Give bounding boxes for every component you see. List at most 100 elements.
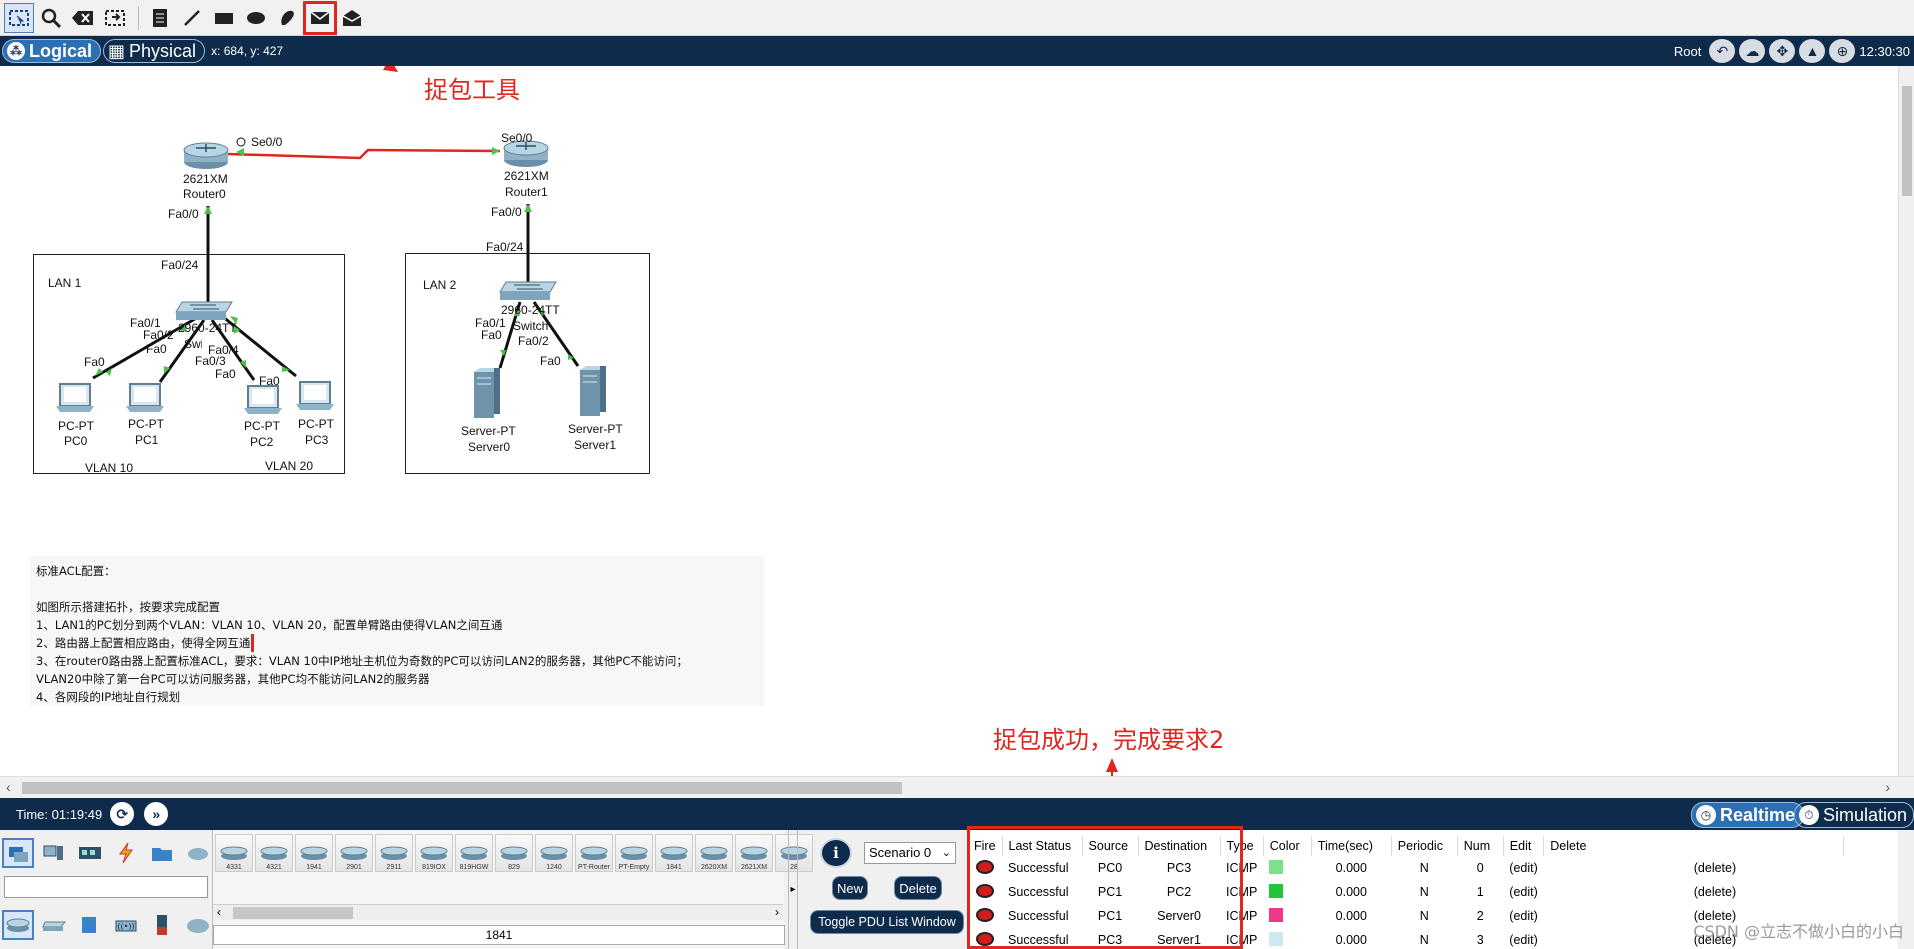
pdu-delete-link[interactable]: (delete) xyxy=(1544,880,1844,904)
add-complex-pdu-icon[interactable] xyxy=(337,3,367,33)
pdu-edit-link[interactable]: (edit) xyxy=(1503,928,1543,949)
device-model-3[interactable]: 2901 xyxy=(335,834,373,872)
pdu-header-timesec[interactable]: Time(sec) xyxy=(1311,836,1392,856)
pdu-delete-link[interactable]: (delete) xyxy=(1544,856,1844,880)
note-icon[interactable] xyxy=(145,3,175,33)
ellipse-icon[interactable] xyxy=(241,3,271,33)
routers-icon[interactable] xyxy=(2,910,34,940)
security-icon[interactable] xyxy=(146,910,178,940)
realtime-button[interactable]: ◷ Realtime xyxy=(1690,802,1804,828)
delete-scenario-button[interactable]: Delete xyxy=(894,876,942,900)
device-model-8[interactable]: 1240 xyxy=(535,834,573,872)
fire-icon[interactable] xyxy=(976,907,995,922)
device-scroll-left-icon[interactable]: ‹ xyxy=(217,905,221,919)
router-model-icon xyxy=(540,846,568,860)
device-model-5[interactable]: 819IOX xyxy=(415,834,453,872)
delete-icon[interactable] xyxy=(68,3,98,33)
background-image-icon[interactable]: ▲ xyxy=(1799,39,1826,63)
pdu-header-laststatus[interactable]: Last Status xyxy=(1002,836,1083,856)
device-model-4[interactable]: 2911 xyxy=(375,834,413,872)
device-model-7[interactable]: 829 xyxy=(495,834,533,872)
device-model-11[interactable]: 1841 xyxy=(655,834,693,872)
info-icon[interactable]: i xyxy=(820,838,852,868)
pdu-type: ICMP xyxy=(1226,885,1258,899)
vertical-scroll-thumb[interactable] xyxy=(1902,86,1912,196)
router0-icon[interactable] xyxy=(183,142,229,169)
switches-icon[interactable] xyxy=(38,910,70,940)
new-scenario-button[interactable]: New xyxy=(832,876,868,900)
move-icon[interactable]: ✥ xyxy=(1769,39,1796,63)
fire-icon[interactable] xyxy=(976,931,995,946)
pdu-header-periodic[interactable]: Periodic xyxy=(1391,836,1458,856)
switch0-model: 2960-24TT xyxy=(178,321,237,335)
device-search-input[interactable] xyxy=(4,876,208,898)
power-cycle-icon[interactable]: ⟳ xyxy=(108,800,137,828)
pdu-header-num[interactable]: Num xyxy=(1457,836,1504,856)
hubs-icon[interactable] xyxy=(74,910,106,940)
device-model-12[interactable]: 2620XM xyxy=(695,834,733,872)
pdu-header-color[interactable]: Color xyxy=(1263,836,1312,856)
zoom-icon[interactable] xyxy=(36,3,66,33)
canvas-vertical-scrollbar[interactable] xyxy=(1898,66,1914,776)
device-model-label: 2911 xyxy=(386,864,402,871)
workspace-bar: ⁂ Logical ▦ Physical x: 684, y: 427 Root… xyxy=(0,36,1914,66)
router0-name: Router0 xyxy=(183,187,226,201)
end-devices-icon[interactable] xyxy=(38,838,70,868)
horizontal-scroll-thumb[interactable] xyxy=(22,782,902,794)
serial-link[interactable] xyxy=(227,148,501,160)
simulation-button[interactable]: ⏱ Simulation xyxy=(1793,802,1914,828)
device-model-10[interactable]: PT-Empty xyxy=(615,834,653,872)
instruction-note[interactable]: 标准ACL配置： 如图所示搭建拓扑，按要求完成配置 1、LAN1的PC划分到两个… xyxy=(30,556,764,706)
canvas-horizontal-scrollbar[interactable]: ‹ › xyxy=(0,776,1914,798)
resize-icon[interactable] xyxy=(100,3,130,33)
network-devices-icon[interactable] xyxy=(2,838,34,868)
components-icon[interactable] xyxy=(74,838,106,868)
bottom-panel: ((•)) 4331 4321 1941 2901 2911 819IOX 819HGW 82… xyxy=(0,830,1914,949)
device-model-0[interactable]: 4331 xyxy=(215,834,253,872)
pdu-header-edit[interactable]: Edit xyxy=(1503,836,1545,856)
device-strip-scrollbar[interactable]: ‹ › xyxy=(213,904,783,920)
device-model-label: PT-Router xyxy=(578,864,610,871)
back-icon[interactable]: ↶ xyxy=(1709,39,1736,63)
device-model-13[interactable]: 2621XM xyxy=(735,834,773,872)
device-model-6[interactable]: 819HGW xyxy=(455,834,493,872)
add-simple-pdu-icon[interactable] xyxy=(303,0,337,35)
device-model-1[interactable]: 4321 xyxy=(255,834,293,872)
fire-icon[interactable] xyxy=(976,883,995,898)
viewport-icon[interactable]: ⊕ xyxy=(1829,39,1856,63)
physical-workspace-button[interactable]: ▦ Physical xyxy=(103,39,206,63)
cluster-icon[interactable]: ☁ xyxy=(1739,39,1766,63)
device-model-9[interactable]: PT-Router xyxy=(575,834,613,872)
pdu-header-delete[interactable]: Delete xyxy=(1543,836,1845,856)
miscellaneous-icon[interactable] xyxy=(146,838,178,868)
logical-workspace-button[interactable]: ⁂ Logical xyxy=(2,39,102,63)
pdu-header-source[interactable]: Source xyxy=(1082,836,1139,856)
pdu-header-fire[interactable]: Fire xyxy=(968,836,1003,856)
multiuser-icon[interactable] xyxy=(182,838,214,868)
toggle-pdu-list-button[interactable]: Toggle PDU List Window xyxy=(810,910,964,934)
logical-canvas[interactable]: 捉包工具 捉包成功，完成要求2 Se0/0 2621XM Router0 Fa0… xyxy=(0,66,1898,776)
pdu-header-destination[interactable]: Destination xyxy=(1138,836,1221,856)
fast-forward-icon[interactable]: » xyxy=(142,800,171,828)
toolbar-divider xyxy=(138,5,139,30)
scroll-left-icon[interactable]: ‹ xyxy=(6,779,11,795)
select-icon[interactable] xyxy=(4,2,34,33)
freeform-icon[interactable] xyxy=(273,3,303,33)
device-model-2[interactable]: 1941 xyxy=(295,834,333,872)
wireless-icon[interactable]: ((•)) xyxy=(110,910,142,940)
rectangle-icon[interactable] xyxy=(209,3,239,33)
device-scroll-thumb[interactable] xyxy=(233,907,353,919)
device-scroll-right-icon[interactable]: › xyxy=(775,905,779,919)
wan-emulation-icon[interactable] xyxy=(182,910,214,940)
scenario-select[interactable]: Scenario 0 ⌄ xyxy=(864,842,956,864)
pdu-edit-link[interactable]: (edit) xyxy=(1503,856,1543,880)
device-model-label: 829 xyxy=(508,864,520,871)
pdu-edit-link[interactable]: (edit) xyxy=(1503,880,1543,904)
connections-icon[interactable] xyxy=(110,838,142,868)
panel-splitter[interactable]: ▸ xyxy=(788,830,798,949)
pdu-edit-link[interactable]: (edit) xyxy=(1503,904,1543,928)
line-icon[interactable] xyxy=(177,3,207,33)
fire-icon[interactable] xyxy=(976,859,995,874)
pdu-header-type[interactable]: Type xyxy=(1220,836,1264,856)
scroll-right-icon[interactable]: › xyxy=(1885,779,1890,795)
